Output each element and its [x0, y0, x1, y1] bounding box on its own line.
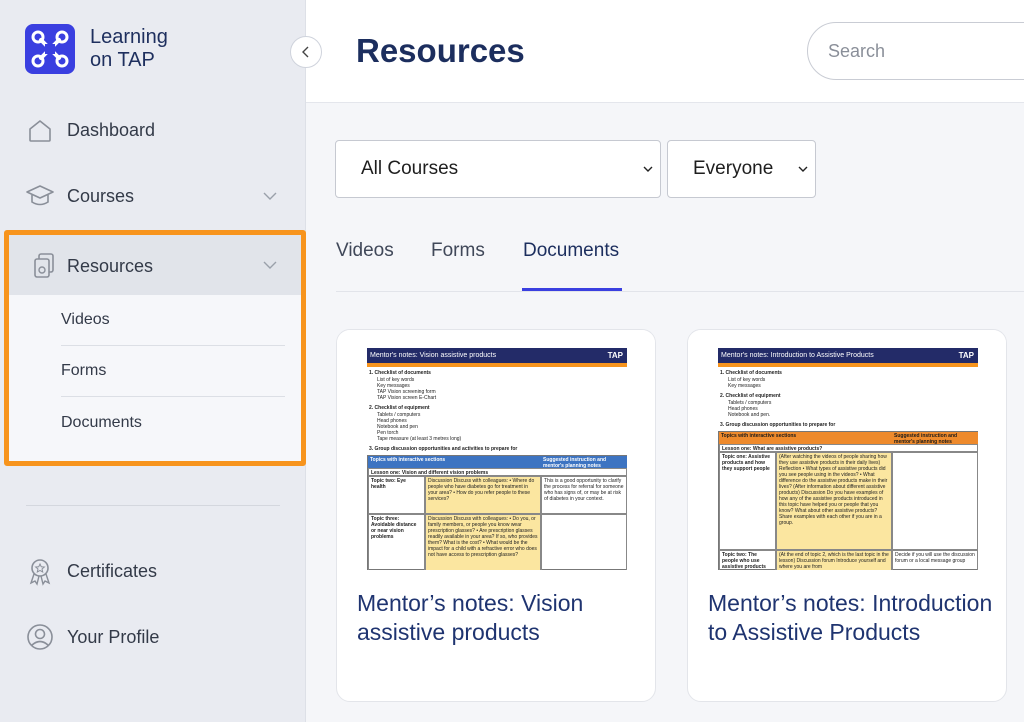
doc-body-cell: (After watching the videos of people sha… [776, 452, 892, 550]
doc-lesson-row: Lesson one: Vision and different vision … [368, 468, 627, 476]
doc-header: Mentor's notes: Vision assistive product… [367, 348, 627, 363]
doc-note-cell: This is a good opportunity to clarify th… [541, 476, 627, 514]
doc-topic-cell: Topic two: The people who use assistive … [719, 550, 776, 570]
doc-section: 1. Checklist of documents [720, 370, 782, 376]
course-select[interactable]: All Courses [335, 140, 661, 198]
chevron-down-icon[interactable] [262, 257, 278, 273]
nav-certificates[interactable]: Certificates [0, 541, 306, 601]
doc-col-header: Topics with interactive sections [719, 432, 892, 444]
brand-name: Learning on TAP [90, 26, 190, 72]
doc-section: 3. Group discussion opportunities and ac… [369, 446, 518, 452]
resources-highlight: Resources Videos Forms Documents [4, 230, 306, 466]
doc-rule [718, 363, 978, 367]
doc-body-cell: Discussion Discuss with colleagues: • Do… [425, 514, 541, 570]
chevron-left-icon [302, 46, 309, 58]
doc-topic-cell: Topic two: Eye health [368, 476, 425, 514]
doc-table: Topics with interactive sections Suggest… [367, 455, 627, 570]
tap-logo-icon [31, 30, 69, 68]
doc-topic-cell: Topic three: Avoidable distance or near … [368, 514, 425, 570]
doc-brand: TAP [607, 351, 623, 360]
doc-list-item: Key messages [728, 383, 761, 389]
doc-header-title: Mentor's notes: Vision assistive product… [370, 352, 497, 359]
doc-list-item: Notebook and pen. [728, 412, 771, 418]
documents-icon [30, 250, 60, 280]
sidebar: Learning on TAP Dashboard Courses Resour… [0, 0, 306, 722]
document-thumbnail: Mentor's notes: Introduction to Assistiv… [688, 330, 1006, 570]
doc-section: 1. Checklist of documents [369, 370, 431, 376]
tap-logo[interactable] [25, 24, 75, 74]
nav-courses-label: Courses [67, 185, 135, 206]
page-title: Resources [356, 32, 525, 69]
course-select-value: All Courses [361, 158, 459, 179]
submenu-documents[interactable]: Documents [61, 397, 285, 448]
doc-list-item: Tape measure (at least 3 metres long) [377, 436, 462, 442]
chevron-down-icon[interactable] [262, 188, 278, 204]
doc-rule [367, 363, 627, 367]
doc-col-header: Topics with interactive sections [368, 456, 541, 468]
doc-note-cell: Decide if you will use the discussion fo… [892, 550, 978, 570]
doc-lesson-row: Lesson one: What are assistive products? [719, 444, 978, 452]
chevron-down-icon [642, 163, 654, 175]
active-tab-indicator [522, 288, 622, 291]
doc-note-cell [541, 514, 627, 570]
nav-courses[interactable]: Courses [0, 166, 306, 226]
collapse-sidebar-button[interactable] [290, 36, 322, 68]
doc-section: 2. Checklist of equipment [720, 393, 781, 399]
document-preview: Mentor's notes: Introduction to Assistiv… [718, 348, 978, 570]
search-input[interactable] [807, 22, 1024, 80]
doc-brand: TAP [958, 351, 974, 360]
resource-card[interactable]: Mentor's notes: Vision assistive product… [336, 329, 656, 702]
audience-select[interactable]: Everyone [667, 140, 816, 198]
submenu-forms[interactable]: Forms [61, 346, 285, 397]
doc-section: 3. Group discussion opportunities to pre… [720, 422, 836, 428]
doc-list-item: TAP Vision screen E-Chart [377, 395, 437, 401]
nav-dashboard[interactable]: Dashboard [0, 100, 306, 160]
doc-col-header: Suggested instruction and mentor's plann… [892, 432, 978, 445]
user-icon [25, 622, 55, 652]
doc-topic-cell: Topic one: Assistive products and how th… [719, 452, 776, 550]
home-icon [25, 115, 55, 145]
nav-certificates-label: Certificates [67, 560, 158, 581]
doc-note-cell [892, 452, 978, 550]
nav-profile[interactable]: Your Profile [0, 607, 306, 667]
sidebar-divider [26, 505, 280, 506]
tab-documents[interactable]: Documents [523, 240, 619, 262]
resource-tabs: Videos Forms Documents [336, 230, 1024, 292]
doc-section: 2. Checklist of equipment [369, 405, 430, 411]
award-icon [25, 556, 55, 586]
graduation-cap-icon [25, 181, 55, 211]
nav-resources-label: Resources [67, 256, 154, 276]
doc-body-cell: (At the end of topic 2, which is the las… [776, 550, 892, 570]
chevron-down-icon [797, 163, 809, 175]
document-thumbnail: Mentor's notes: Vision assistive product… [337, 330, 655, 570]
brand-line: Learning on TAP [90, 26, 168, 71]
nav-profile-label: Your Profile [67, 626, 160, 647]
audience-select-value: Everyone [693, 158, 774, 179]
tab-videos[interactable]: Videos [336, 240, 394, 262]
doc-table: Topics with interactive sections Suggest… [718, 431, 978, 570]
resource-card[interactable]: Mentor's notes: Introduction to Assistiv… [687, 329, 1007, 702]
nav-dashboard-label: Dashboard [67, 119, 156, 140]
submenu-videos[interactable]: Videos [61, 295, 285, 346]
doc-col-header: Suggested instruction and mentor's plann… [541, 456, 627, 469]
card-title[interactable]: Mentor’s notes: Vision assistive product… [357, 589, 642, 647]
tab-forms[interactable]: Forms [431, 240, 485, 262]
document-preview: Mentor's notes: Vision assistive product… [367, 348, 627, 570]
doc-body-cell: Discussion Discuss with colleagues: • Wh… [425, 476, 541, 514]
doc-header: Mentor's notes: Introduction to Assistiv… [718, 348, 978, 363]
header: Resources [306, 0, 1024, 103]
nav-resources[interactable]: Resources [9, 235, 301, 295]
resources-submenu: Videos Forms Documents [9, 295, 301, 461]
doc-header-title: Mentor's notes: Introduction to Assistiv… [721, 352, 874, 359]
card-title[interactable]: Mentor’s notes: Introduction to Assistiv… [708, 589, 993, 647]
